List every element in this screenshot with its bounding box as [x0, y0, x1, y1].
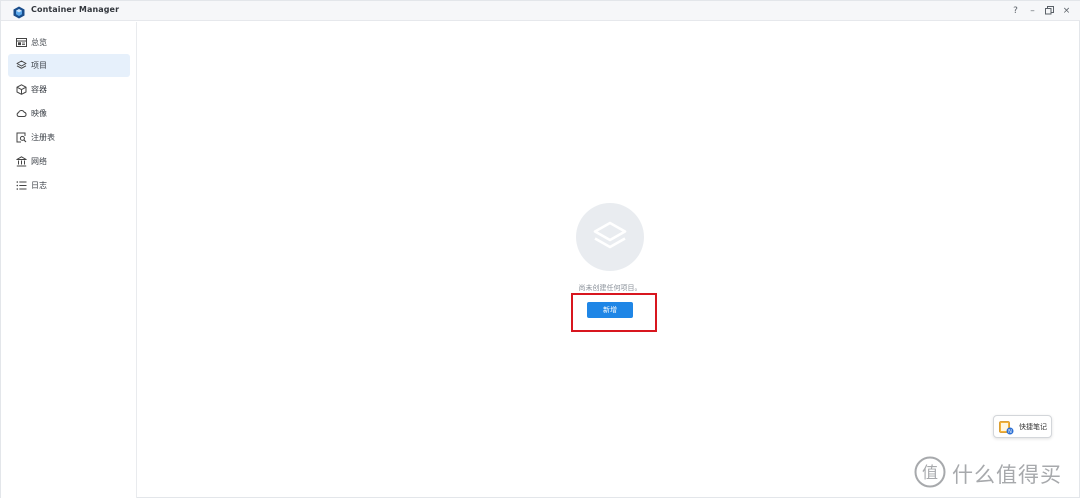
title-bar: Container Manager ? – ×	[1, 1, 1080, 21]
sidebar-item-label: 注册表	[31, 133, 55, 142]
list-icon	[16, 180, 27, 191]
restore-button[interactable]	[1041, 3, 1058, 18]
minimize-button[interactable]: –	[1024, 3, 1041, 18]
empty-state-illustration	[576, 203, 644, 271]
sidebar-item-log[interactable]: 日志	[8, 174, 130, 197]
note-icon: N	[999, 420, 1014, 435]
network-icon	[16, 156, 27, 167]
svg-text:N: N	[1008, 429, 1012, 435]
container-manager-app-icon	[13, 4, 25, 19]
window-controls: ? – ×	[1007, 3, 1075, 18]
sidebar-item-registry[interactable]: 注册表	[8, 126, 130, 149]
app-title: Container Manager	[31, 5, 120, 14]
sidebar-item-label: 网络	[31, 157, 47, 166]
zhi-logo-icon: 值	[914, 456, 946, 488]
sidebar-item-network[interactable]: 网络	[8, 150, 130, 173]
sidebar-item-image[interactable]: 映像	[8, 102, 130, 125]
sidebar-item-container[interactable]: 容器	[8, 78, 130, 101]
sidebar-item-project[interactable]: 项目	[8, 54, 130, 77]
close-button[interactable]: ×	[1058, 3, 1075, 18]
registry-search-icon	[16, 132, 27, 143]
app-window: Container Manager ? – × 总览 项目 容器 映像 注册表 …	[0, 0, 1080, 498]
sidebar-item-label: 总览	[31, 38, 47, 47]
layers-icon	[593, 221, 627, 249]
quick-note-label: 快捷笔记	[1019, 423, 1047, 431]
help-button[interactable]: ?	[1007, 3, 1024, 18]
cube-icon	[16, 84, 27, 95]
restore-icon	[1045, 6, 1054, 15]
svg-text:值: 值	[922, 463, 938, 482]
sidebar-item-overview[interactable]: 总览	[8, 31, 130, 54]
watermark-text: 什么值得买	[952, 463, 1062, 487]
layers-icon	[16, 60, 27, 71]
empty-state-message: 尚未创建任何项目。	[578, 284, 642, 292]
add-project-button[interactable]: 新增	[587, 302, 633, 318]
watermark: 值 什么值得买	[914, 456, 1076, 488]
cloud-icon	[16, 108, 27, 119]
sidebar: 总览 项目 容器 映像 注册表 网络 日志	[1, 22, 137, 498]
main-content: 尚未创建任何项目。 新增	[138, 22, 1080, 498]
sidebar-item-label: 项目	[31, 61, 47, 70]
quick-note-button[interactable]: N 快捷笔记	[993, 415, 1052, 438]
sidebar-item-label: 日志	[31, 181, 47, 190]
sidebar-item-label: 映像	[31, 109, 47, 118]
overview-icon	[16, 37, 27, 48]
sidebar-item-label: 容器	[31, 85, 47, 94]
